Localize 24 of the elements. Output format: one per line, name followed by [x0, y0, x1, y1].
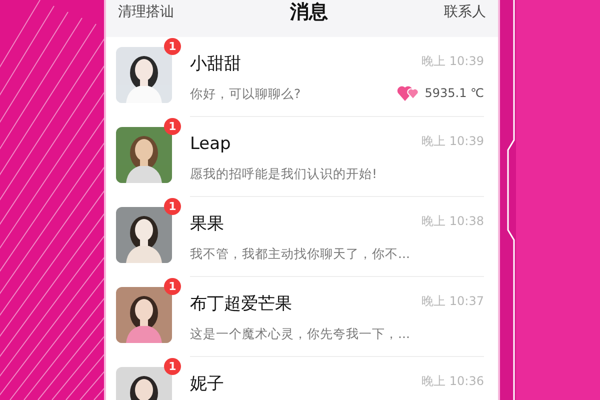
- page-title: 消息: [290, 0, 328, 24]
- message-time: 晚上 10:39: [422, 53, 484, 70]
- unread-count: 1: [164, 358, 181, 375]
- message-preview: 愿我的招呼能是我们认识的开始!: [190, 166, 378, 183]
- unread-count: 1: [164, 38, 181, 55]
- contact-name: 布丁超爱芒果: [190, 293, 292, 316]
- message-time: 晚上 10:36: [422, 373, 484, 390]
- message-time: 晚上 10:37: [422, 293, 484, 310]
- unread-count: 1: [164, 118, 181, 135]
- message-preview: 我不管，我都主动找你聊天了，你不...: [190, 246, 410, 263]
- unread-count: 1: [164, 198, 181, 215]
- message-preview: 你好，可以聊聊么?: [190, 86, 301, 103]
- contacts-link[interactable]: 联系人: [444, 0, 486, 24]
- contact-name: 果果: [190, 213, 224, 236]
- intimacy-value: 5935.1 ℃: [424, 86, 484, 100]
- message-time: 晚上 10:39: [422, 133, 484, 150]
- message-preview: 这是一个魔术心灵，你先夸我一下，...: [190, 326, 410, 343]
- unread-count: 1: [164, 278, 181, 295]
- contact-name: Leap: [190, 133, 231, 156]
- hearts-icon: [396, 84, 421, 102]
- message-time: 晚上 10:38: [422, 213, 484, 230]
- clear-greetings-link[interactable]: 清理搭讪: [118, 0, 174, 24]
- contact-name: 小甜甜: [190, 53, 241, 76]
- contact-name: 妮子: [190, 373, 224, 396]
